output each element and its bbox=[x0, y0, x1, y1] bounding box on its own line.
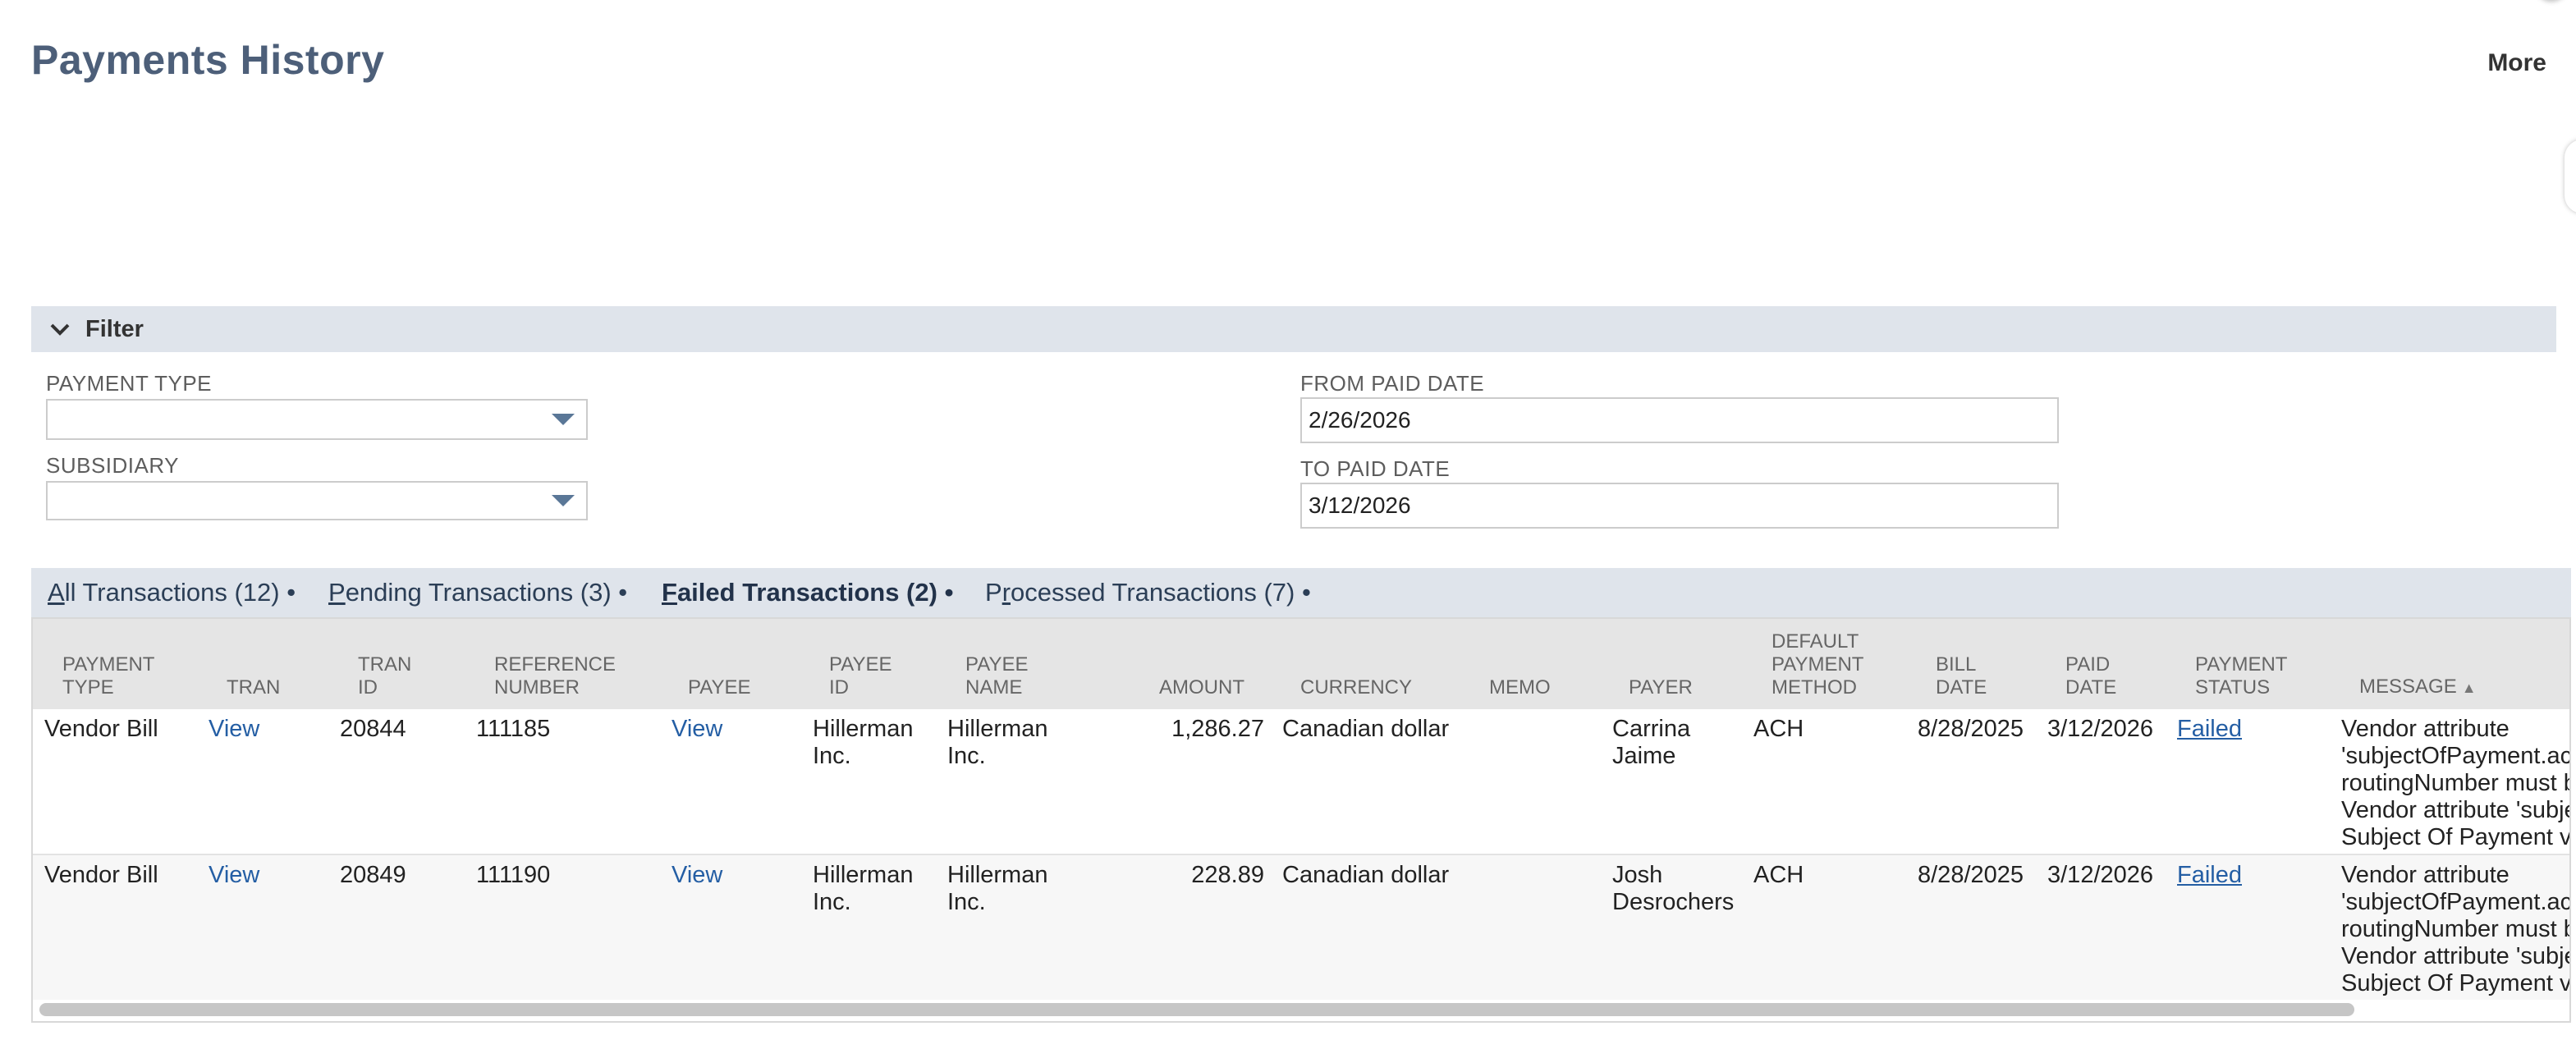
col-payment-status[interactable]: PAYMENT STATUS bbox=[2195, 653, 2287, 699]
col-payment-type[interactable]: PAYMENT TYPE bbox=[62, 653, 154, 699]
cell-payee-id: Hillerman Inc. bbox=[813, 862, 914, 915]
payee-view-link[interactable]: View bbox=[672, 716, 722, 743]
filter-toggle[interactable]: Filter bbox=[31, 306, 2556, 352]
side-shape bbox=[2565, 140, 2576, 213]
cell-default-payment-method: ACH bbox=[1753, 862, 1804, 888]
col-bill-date[interactable]: BILL DATE bbox=[1936, 653, 1987, 699]
sort-ascending-icon: ▲ bbox=[2461, 680, 2477, 696]
page-title: Payments History bbox=[31, 37, 385, 83]
dropdown-arrow-icon bbox=[552, 495, 575, 506]
col-payee-name[interactable]: PAYEE NAME bbox=[965, 653, 1028, 699]
dropdown-arrow-icon bbox=[552, 414, 575, 425]
col-default-payment-method[interactable]: DEFAULT PAYMENT METHOD bbox=[1772, 630, 1863, 699]
col-paid-date[interactable]: PAID DATE bbox=[2065, 653, 2116, 699]
tran-view-link[interactable]: View bbox=[209, 862, 259, 889]
payments-table: PAYMENT TYPE TRAN TRAN ID REFERENCE NUMBER … bbox=[31, 617, 2571, 1023]
to-paid-date-label: TO PAID DATE bbox=[1300, 456, 1451, 481]
col-payee[interactable]: PAYEE bbox=[688, 676, 750, 699]
tab-pending-transactions[interactable]: Pending Transactions (3) • bbox=[328, 578, 627, 607]
cell-default-payment-method: ACH bbox=[1753, 716, 1804, 742]
cell-payment-type: Vendor Bill bbox=[44, 716, 158, 742]
cell-payee-id: Hillerman Inc. bbox=[813, 716, 914, 769]
cell-bill-date: 8/28/2025 bbox=[1918, 862, 2024, 888]
tran-view-link[interactable]: View bbox=[209, 716, 259, 743]
to-paid-date-input[interactable]: 3/12/2026 bbox=[1300, 483, 2059, 529]
cell-reference-number: 111190 bbox=[476, 862, 551, 888]
transaction-tabs: All Transactions (12) • Pending Transact… bbox=[31, 568, 2571, 617]
chevron-down-icon bbox=[48, 317, 72, 341]
cell-paid-date: 3/12/2026 bbox=[2047, 862, 2154, 888]
table-row: Vendor Bill View 20849 111190 View Hille… bbox=[33, 855, 2569, 1000]
col-reference-number[interactable]: REFERENCE NUMBER bbox=[494, 653, 616, 699]
cell-reference-number: 111185 bbox=[476, 716, 551, 742]
from-paid-date-label: FROM PAID DATE bbox=[1300, 371, 1485, 396]
col-tran[interactable]: TRAN bbox=[227, 676, 280, 699]
cell-message: Vendor attribute'subjectOfPayment.ac rout… bbox=[2341, 862, 2571, 996]
table-header: PAYMENT TYPE TRAN TRAN ID REFERENCE NUMBER … bbox=[33, 619, 2569, 709]
cell-payee-name: Hillerman Inc. bbox=[947, 862, 1048, 915]
cell-bill-date: 8/28/2025 bbox=[1918, 716, 2024, 742]
filter-label: Filter bbox=[85, 315, 144, 342]
cell-tran-id: 20849 bbox=[340, 862, 406, 888]
col-memo[interactable]: MEMO bbox=[1489, 676, 1551, 699]
more-button[interactable]: More bbox=[2487, 49, 2546, 77]
col-amount[interactable]: AMOUNT bbox=[1159, 676, 1244, 699]
cell-payer: Josh Desrochers bbox=[1612, 862, 1735, 915]
payment-status-link[interactable]: Failed bbox=[2177, 716, 2242, 743]
col-currency[interactable]: CURRENCY bbox=[1300, 676, 1412, 699]
subsidiary-label: SUBSIDIARY bbox=[46, 453, 180, 478]
cell-payment-type: Vendor Bill bbox=[44, 862, 158, 888]
cell-payee-name: Hillerman Inc. bbox=[947, 716, 1048, 769]
cell-currency: Canadian dollar bbox=[1282, 716, 1450, 742]
tab-all-transactions[interactable]: All Transactions (12) • bbox=[48, 578, 296, 607]
cell-tran-id: 20844 bbox=[340, 716, 406, 742]
cell-message: Vendor attribute'subjectOfPayment.ac rout… bbox=[2341, 716, 2571, 850]
cell-paid-date: 3/12/2026 bbox=[2047, 716, 2154, 742]
col-tran-id[interactable]: TRAN ID bbox=[358, 653, 411, 699]
payment-type-label: PAYMENT TYPE bbox=[46, 371, 213, 396]
tab-processed-transactions[interactable]: Processed Transactions (7) • bbox=[985, 578, 1311, 607]
col-message[interactable]: MESSAGE ▲ bbox=[2359, 676, 2477, 699]
payee-view-link[interactable]: View bbox=[672, 862, 722, 889]
cell-amount: 1,286.27 bbox=[1171, 716, 1264, 742]
from-paid-date-input[interactable]: 2/26/2026 bbox=[1300, 397, 2059, 443]
col-payee-id[interactable]: PAYEE ID bbox=[829, 653, 892, 699]
payment-type-select[interactable] bbox=[46, 399, 588, 440]
payment-status-link[interactable]: Failed bbox=[2177, 862, 2242, 889]
subsidiary-select[interactable] bbox=[46, 481, 588, 520]
horizontal-scrollbar[interactable] bbox=[39, 1003, 2354, 1016]
cell-payer: Carrina Jaime bbox=[1612, 716, 1691, 769]
col-payer[interactable]: PAYER bbox=[1629, 676, 1693, 699]
tabs-bar-tail bbox=[1320, 568, 1361, 617]
cell-amount: 228.89 bbox=[1191, 862, 1264, 888]
table-row: Vendor Bill View 20844 111185 View Hille… bbox=[33, 709, 2569, 854]
cell-currency: Canadian dollar bbox=[1282, 862, 1450, 888]
tab-failed-transactions[interactable]: Failed Transactions (2) • bbox=[662, 578, 953, 607]
